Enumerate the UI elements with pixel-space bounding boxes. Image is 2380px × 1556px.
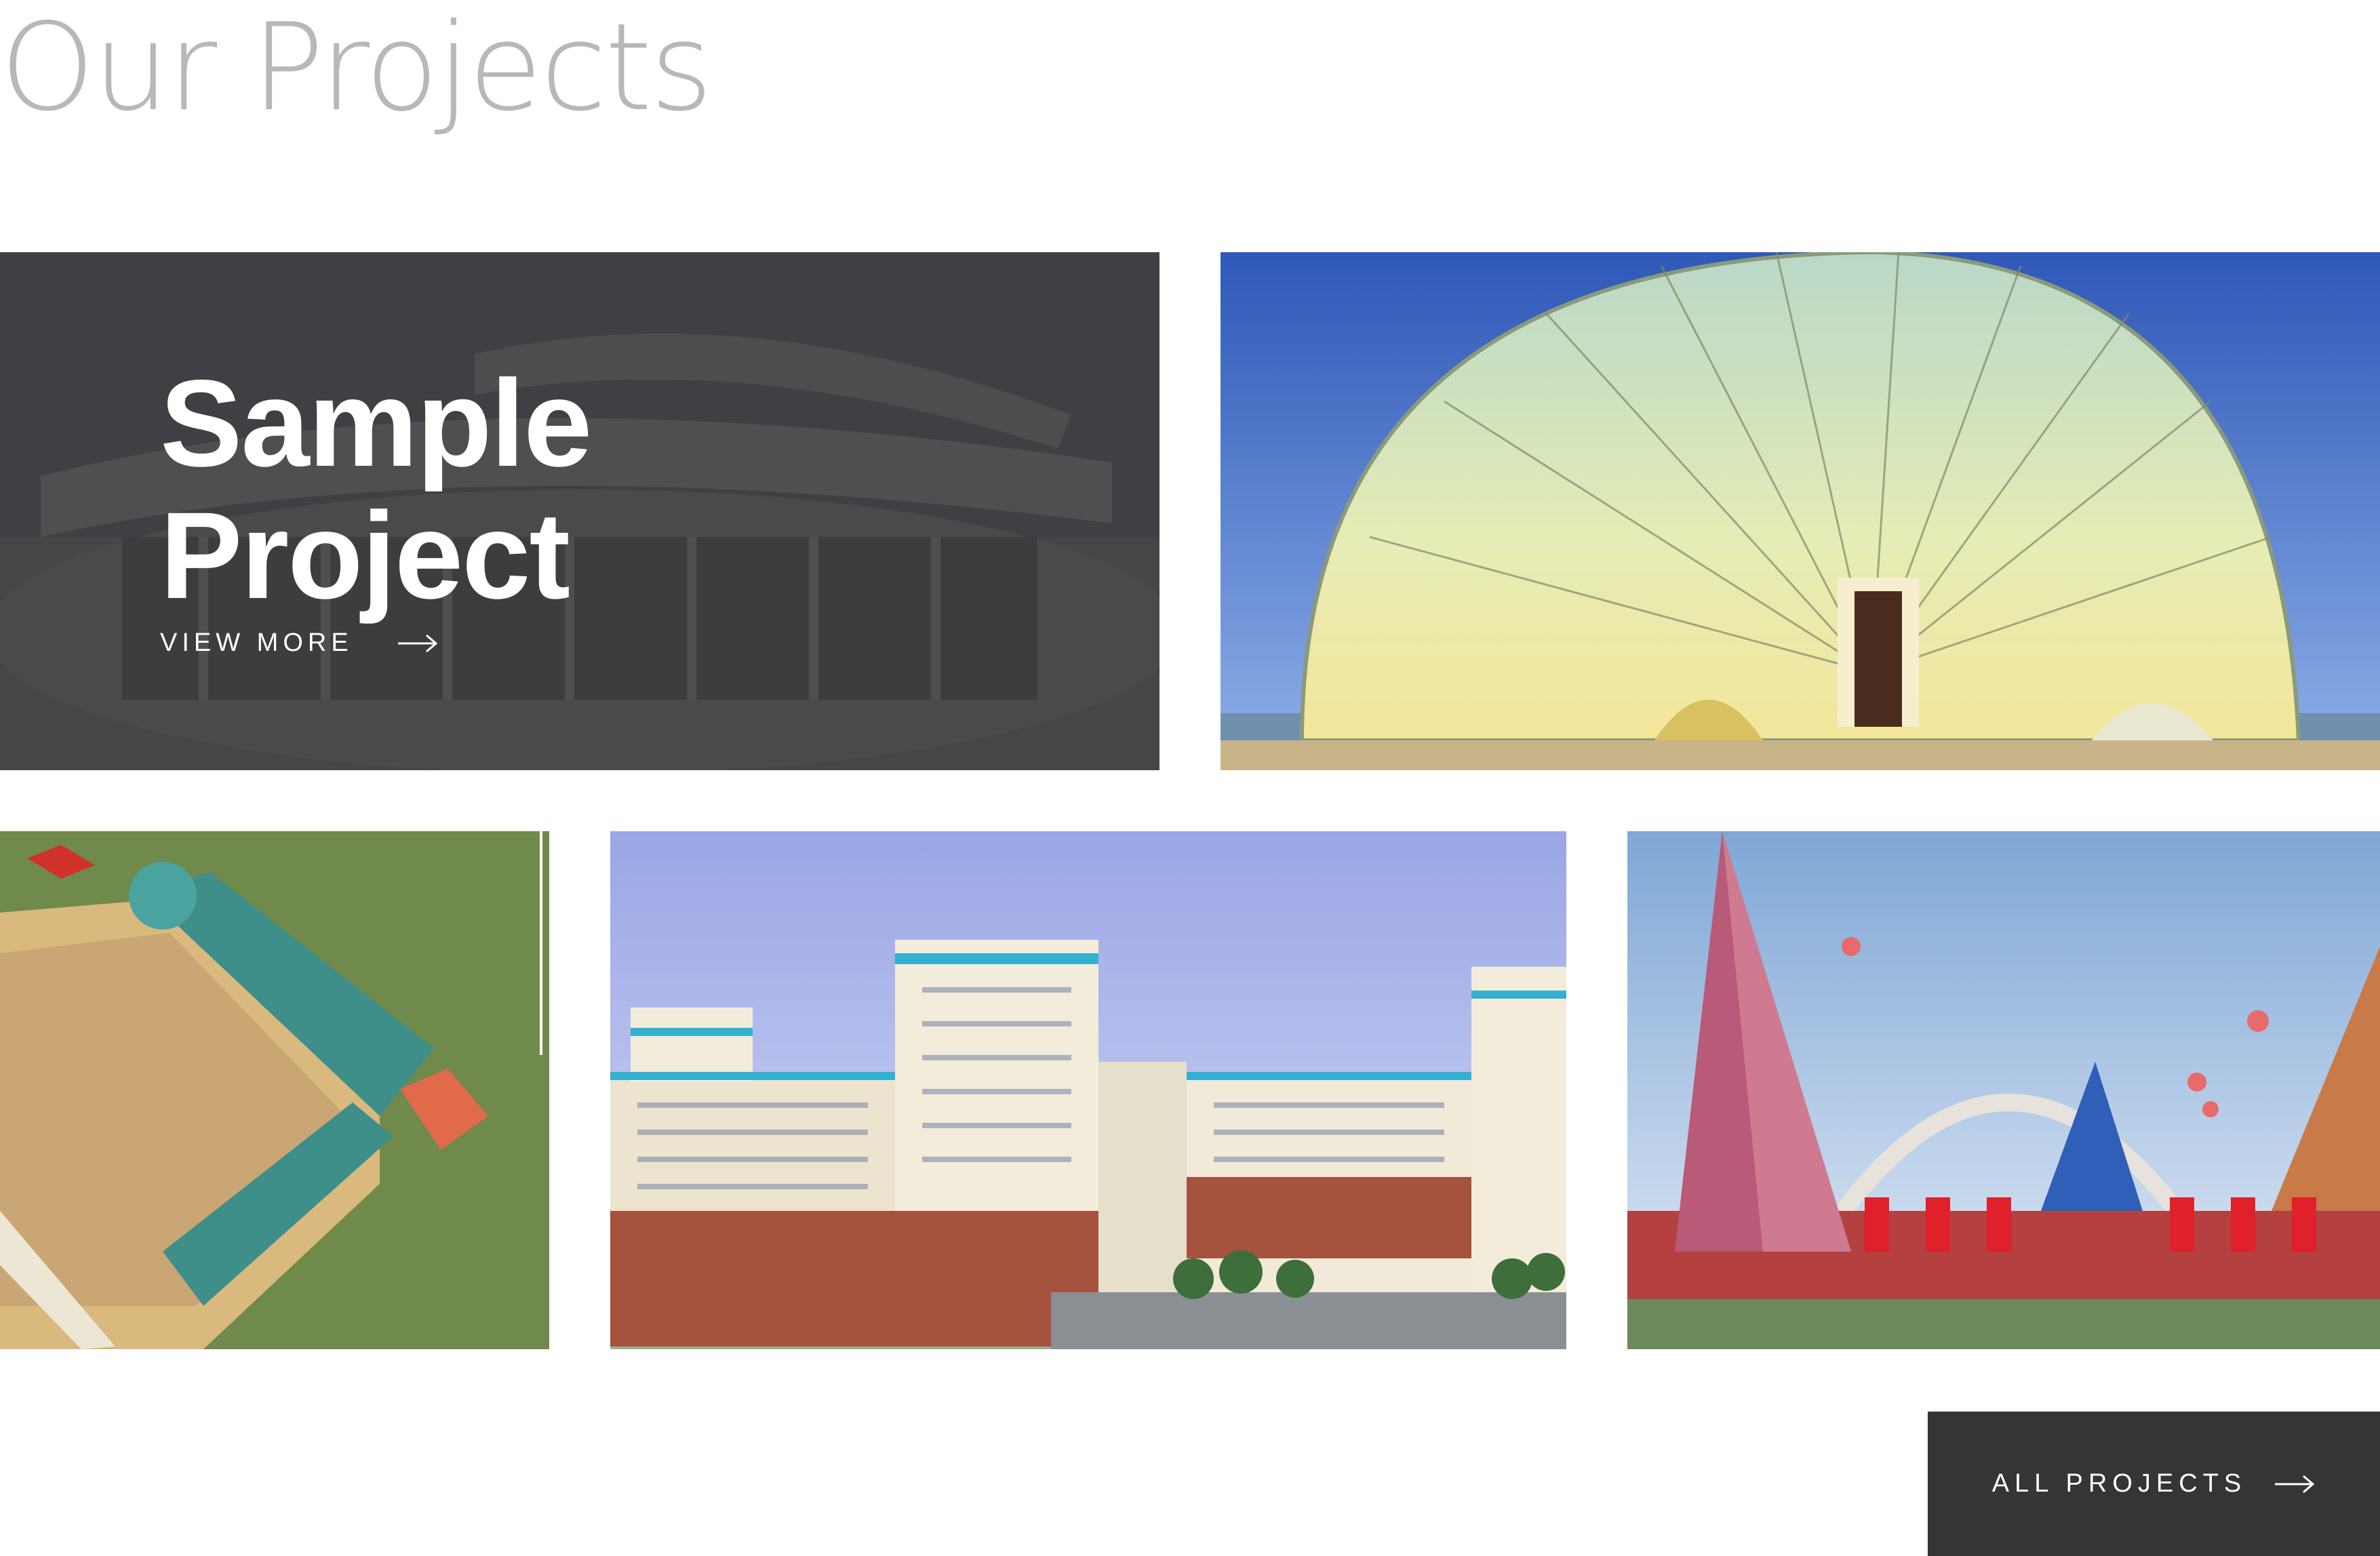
featured-project-title: Sample Project: [160, 357, 770, 622]
project-card-monument[interactable]: [1627, 831, 2380, 1349]
title-line-2: Project: [160, 486, 570, 624]
sports-complex-image: [0, 831, 549, 1349]
project-card-featured[interactable]: Sample Project VIEW MORE: [0, 252, 1159, 770]
all-projects-label: ALL PROJECTS: [1991, 1469, 2247, 1498]
view-more-link[interactable]: VIEW MORE: [160, 629, 439, 658]
project-card-apartments[interactable]: [610, 831, 1566, 1349]
pyramid-arch-image: [1627, 831, 2380, 1349]
title-line-1: Sample: [160, 354, 592, 492]
arrow-right-icon: [397, 634, 437, 652]
apartment-towers-image: [610, 831, 1566, 1349]
arrow-right-icon: [2275, 1475, 2315, 1493]
project-card-sports-complex[interactable]: [0, 831, 549, 1349]
project-card-dome[interactable]: [1221, 252, 2380, 770]
page-title: Our Projects: [0, 0, 713, 138]
view-more-label: VIEW MORE: [160, 629, 353, 657]
all-projects-button[interactable]: ALL PROJECTS: [1928, 1412, 2380, 1556]
dome-building-image: [1221, 252, 2380, 770]
